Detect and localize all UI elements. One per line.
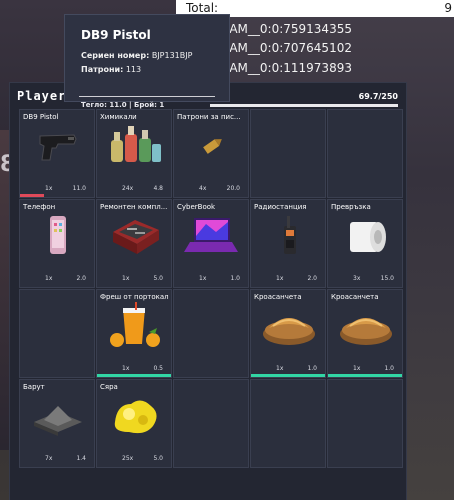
game-screen: 8 Total: 9 [3] STEAM__0:0:759134355 [3] S… (0, 0, 454, 500)
inventory-slot[interactable]: Фреш от портокал 1x 0.5 (96, 289, 172, 378)
bandage-icon (336, 212, 396, 260)
slot-quantity: 1x (199, 275, 207, 282)
tooltip-footer: Тегло: 11.0 | Брой: 1 (81, 101, 165, 109)
slot-highlight-bar (328, 374, 402, 377)
slot-weight: 4.8 (153, 185, 163, 192)
slot-label: Радиостанция (254, 203, 307, 211)
slot-label: Телефон (23, 203, 56, 211)
inventory-panel: Player-65 69.7/250 DB9 Pistol 1x 11.0 Химик… (9, 82, 407, 500)
inventory-slot[interactable] (173, 379, 249, 468)
slot-label: Фреш от портокал (100, 293, 169, 301)
slot-quantity: 1x (45, 275, 53, 282)
slot-label: Сяра (100, 383, 118, 391)
slot-quantity: 1x (276, 365, 284, 372)
slot-label: Химикали (100, 113, 137, 121)
tooltip-ammo-label: Патрони: (81, 65, 124, 74)
inventory-slot[interactable]: DB9 Pistol 1x 11.0 (19, 109, 95, 198)
tooltip-serial-value: BJP131BJP (151, 51, 193, 60)
inventory-slot[interactable]: Сяра 25x 5.0 (96, 379, 172, 468)
slot-weight: 1.0 (384, 365, 394, 372)
slot-highlight-bar (97, 374, 171, 377)
slot-weight: 2.0 (307, 275, 317, 282)
slot-weight: 11.0 (72, 185, 86, 192)
tooltip-title: DB9 Pistol (81, 28, 151, 42)
tooltip-divider (79, 96, 215, 97)
gunpowder-icon (28, 392, 88, 440)
slot-label: CyberBook (177, 203, 216, 211)
slot-quantity: 1x (122, 275, 130, 282)
pistol-icon (28, 122, 88, 170)
slot-weight: 15.0 (380, 275, 394, 282)
inventory-slot[interactable]: Патрони за пис... 4x 20.0 (173, 109, 249, 198)
croissant-icon (259, 302, 319, 350)
slot-quantity: 3x (353, 275, 361, 282)
slot-weight: 1.0 (230, 275, 240, 282)
inventory-slot[interactable]: Телефон 1x 2.0 (19, 199, 95, 288)
durability-bar (20, 194, 44, 197)
slot-highlight-bar (251, 374, 325, 377)
inventory-slot[interactable]: Химикали 24x 4.8 (96, 109, 172, 198)
inventory-slot[interactable]: Кроасанчета 1x 1.0 (250, 289, 326, 378)
slot-quantity: 1x (276, 275, 284, 282)
chemicals-icon (105, 122, 165, 170)
slot-quantity: 4x (199, 185, 207, 192)
inventory-slot[interactable] (327, 379, 403, 468)
slot-weight: 2.0 (76, 275, 86, 282)
inventory-slot[interactable]: Превръзка 3x 15.0 (327, 199, 403, 288)
tooltip-serial: Сериен номер: BJP131BJP (81, 51, 192, 60)
slot-label: Ремонтен компл... (100, 203, 168, 211)
weight-bar (210, 104, 398, 107)
radio-icon (259, 212, 319, 260)
inventory-slot[interactable] (19, 289, 95, 378)
inventory-slot[interactable] (250, 379, 326, 468)
weight-value: 69.7/250 (358, 92, 398, 101)
player-list-total-value: 9 (444, 1, 452, 15)
slot-label: Кроасанчета (254, 293, 302, 301)
inventory-slot[interactable] (250, 109, 326, 198)
tooltip-ammo-value: 113 (125, 65, 142, 74)
slot-weight: 5.0 (153, 455, 163, 462)
orange-juice-icon (105, 302, 165, 350)
inventory-slot[interactable] (327, 109, 403, 198)
tooltip-ammo: Патрони: 113 (81, 65, 141, 74)
slot-quantity: 7x (45, 455, 53, 462)
laptop-icon (182, 212, 242, 260)
slot-weight: 1.0 (307, 365, 317, 372)
slot-label: DB9 Pistol (23, 113, 59, 121)
repair-kit-icon (105, 212, 165, 260)
slot-weight: 0.5 (153, 365, 163, 372)
inventory-slot[interactable]: Ремонтен компл... 1x 5.0 (96, 199, 172, 288)
slot-label: Барут (23, 383, 45, 391)
slot-label: Превръзка (331, 203, 371, 211)
player-list-total-label: Total: (186, 1, 219, 15)
tooltip-serial-label: Сериен номер: (81, 51, 150, 60)
item-tooltip: DB9 Pistol Сериен номер: BJP131BJP Патро… (64, 14, 230, 109)
slot-weight: 1.4 (76, 455, 86, 462)
phone-icon (28, 212, 88, 260)
slot-label: Патрони за пис... (177, 113, 241, 121)
inventory-slot[interactable] (173, 289, 249, 378)
inventory-slot[interactable]: Радиостанция 1x 2.0 (250, 199, 326, 288)
slot-label: Кроасанчета (331, 293, 379, 301)
inventory-slot[interactable]: Барут 7x 1.4 (19, 379, 95, 468)
slot-quantity: 1x (122, 365, 130, 372)
slot-quantity: 1x (353, 365, 361, 372)
inventory-slot[interactable]: CyberBook 1x 1.0 (173, 199, 249, 288)
inventory-slot[interactable]: Кроасанчета 1x 1.0 (327, 289, 403, 378)
slot-weight: 20.0 (226, 185, 240, 192)
croissant-icon (336, 302, 396, 350)
slot-quantity: 24x (122, 185, 134, 192)
slot-weight: 5.0 (153, 275, 163, 282)
slot-quantity: 25x (122, 455, 134, 462)
ammo-icon (182, 122, 242, 170)
slot-quantity: 1x (45, 185, 53, 192)
sulfur-icon (105, 392, 165, 440)
